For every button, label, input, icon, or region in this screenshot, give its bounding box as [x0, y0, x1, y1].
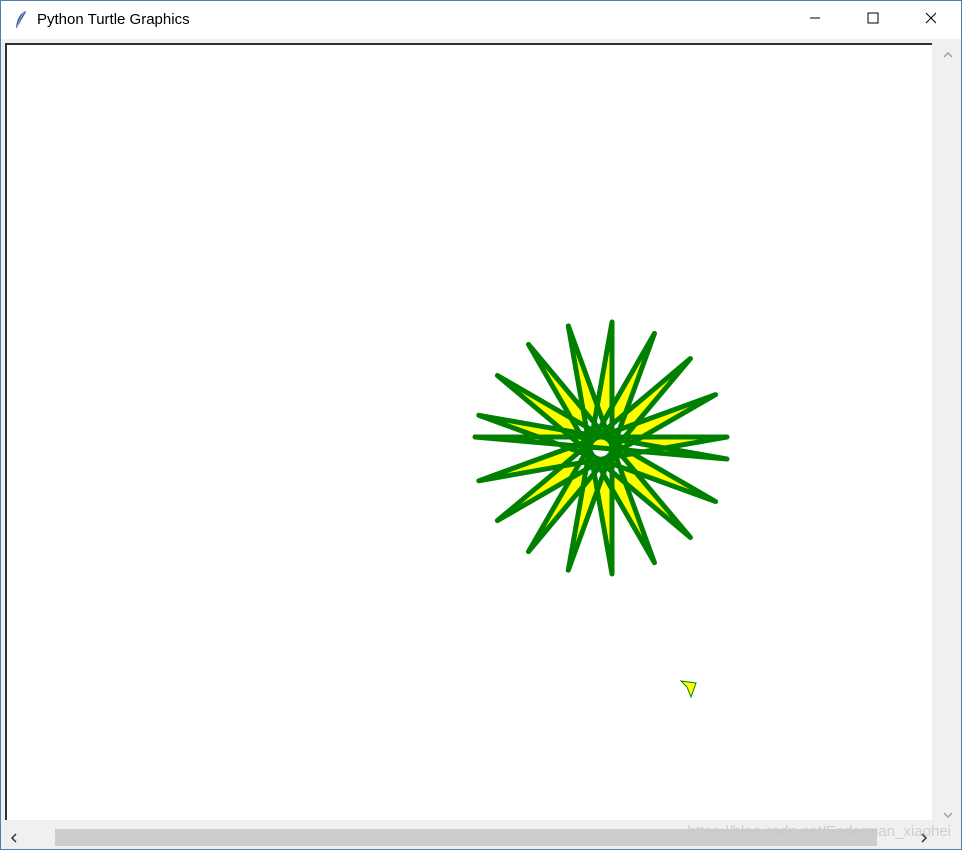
star-shape — [472, 319, 730, 577]
turtle-arrow-icon — [679, 680, 697, 699]
star-drawing — [472, 319, 730, 577]
minimize-button[interactable] — [786, 1, 844, 39]
feather-icon — [11, 10, 31, 30]
window-title: Python Turtle Graphics — [37, 11, 190, 28]
horizontal-scroll-thumb[interactable] — [55, 829, 877, 846]
turtle-canvas[interactable] — [5, 43, 932, 820]
horizontal-scrollbar[interactable] — [1, 825, 936, 849]
scrollbar-corner — [936, 825, 960, 849]
chevron-left-icon[interactable] — [9, 831, 19, 849]
close-button[interactable] — [902, 1, 960, 39]
chevron-up-icon[interactable] — [942, 47, 954, 65]
chevron-down-icon[interactable] — [942, 807, 954, 825]
title-bar[interactable]: Python Turtle Graphics — [1, 1, 961, 39]
close-icon — [925, 11, 937, 29]
vertical-scrollbar[interactable] — [936, 41, 960, 825]
chevron-right-icon[interactable] — [919, 831, 929, 849]
drawing-surface — [472, 319, 730, 699]
turtle-window: Python Turtle Graphics https://blog.csdn… — [0, 0, 962, 850]
minimize-icon — [809, 11, 821, 29]
maximize-button[interactable] — [844, 1, 902, 39]
maximize-icon — [867, 11, 879, 29]
